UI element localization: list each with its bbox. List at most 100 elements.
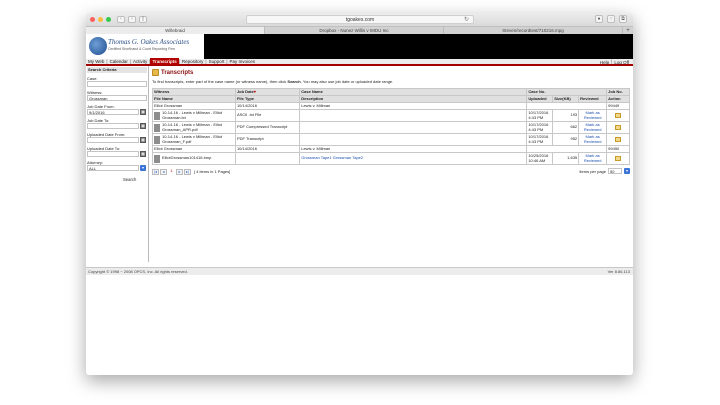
file-size: 1,635 bbox=[552, 152, 580, 165]
job-group-row: Elliot Grossman 10/14/2016 Lewis v. Mill… bbox=[152, 102, 630, 110]
attorney-select[interactable]: ALL bbox=[87, 165, 139, 171]
transcripts-icon bbox=[152, 69, 159, 76]
job-no-cell: 99449 bbox=[606, 102, 630, 110]
mark-reviewed-link[interactable]: Mark as Reviewed bbox=[578, 121, 608, 134]
close-window-icon[interactable] bbox=[90, 17, 95, 22]
column-header-action: Action bbox=[606, 95, 630, 103]
transcripts-table: Witness Job Date▾ Case Name Case No. Job… bbox=[152, 88, 630, 165]
items-per-page-label: Items per page bbox=[579, 168, 606, 174]
prev-page-icon[interactable]: ◂ bbox=[160, 168, 167, 175]
column-header-size: Size(KB) bbox=[552, 95, 580, 103]
minimize-window-icon[interactable] bbox=[98, 17, 103, 22]
menu-item-transcripts[interactable]: Transcripts bbox=[150, 58, 179, 65]
browser-tab-strip: Willebraid Dropbox - Nunez Willis v IMDU… bbox=[86, 26, 633, 34]
new-tab-icon[interactable]: + bbox=[623, 27, 633, 34]
calendar-icon[interactable]: ▦ bbox=[140, 109, 146, 115]
column-header-witness: Witness bbox=[152, 88, 236, 96]
job-no-cell: 99450 bbox=[606, 145, 630, 153]
column-header-job-date[interactable]: Job Date▾ bbox=[234, 88, 301, 96]
file-icon bbox=[154, 123, 160, 132]
menu-item-pay-invoices[interactable]: Pay Invoices bbox=[228, 58, 258, 65]
column-header-description: Description bbox=[299, 95, 528, 103]
menu-item-my-web[interactable]: My Web bbox=[86, 58, 106, 65]
file-size: 952 bbox=[552, 133, 580, 146]
share-icon[interactable]: ↑ bbox=[607, 15, 615, 23]
menu-item-support[interactable]: Support bbox=[207, 58, 227, 65]
job-group-row: Elliot Grossman 10/14/2016 Lewis v. Mill… bbox=[152, 145, 630, 153]
file-description[interactable]: Grossman Tape1 Grossman Tape2 bbox=[299, 152, 528, 165]
file-row: 10-14-16 - Lewis v Millman - Elliot Gros… bbox=[152, 109, 630, 122]
sidebar-toggle-icon[interactable]: ▯ bbox=[139, 16, 147, 23]
file-uploaded: 10/17/2016 4:43 PM bbox=[526, 121, 554, 134]
pager-info: [ 4 items in 1 Pages] bbox=[194, 169, 231, 174]
job-date-cell: 10/14/2016 bbox=[234, 145, 301, 153]
help-link[interactable]: Help bbox=[598, 59, 611, 66]
file-row: 10-14-16 - Lewis v Millman - Elliot Gros… bbox=[152, 133, 630, 146]
mark-reviewed-link[interactable]: Mark as Reviewed bbox=[578, 109, 608, 122]
column-header-uploaded: Uploaded bbox=[526, 95, 554, 103]
forward-icon[interactable]: › bbox=[128, 16, 136, 23]
search-criteria-heading: Search Criteria bbox=[87, 67, 147, 73]
maximize-window-icon[interactable] bbox=[106, 17, 111, 22]
last-page-icon[interactable]: ▸| bbox=[184, 168, 191, 175]
column-header-reviewed: Reviewed bbox=[578, 95, 608, 103]
job-date-from-input[interactable]: 9/1/2016 bbox=[87, 109, 139, 115]
items-per-page-select[interactable]: 50 bbox=[608, 168, 622, 174]
site-banner: Thomas G. Oakes Associates Certified Sho… bbox=[86, 34, 633, 59]
mark-reviewed-link[interactable]: Mark as Reviewed bbox=[578, 152, 608, 165]
reload-icon[interactable]: ↻ bbox=[464, 16, 469, 24]
address-bar[interactable]: tgoakes.com ↻ bbox=[246, 15, 474, 24]
file-type bbox=[234, 152, 301, 165]
case-name-cell: Lewis v. Millman bbox=[299, 102, 528, 110]
calendar-icon[interactable]: ▦ bbox=[140, 151, 146, 157]
logo-name: Thomas G. Oakes Associates bbox=[108, 38, 190, 46]
log-off-link[interactable]: Log Off bbox=[612, 59, 631, 66]
pagination: |◂ ◂ 1 ▸ ▸| [ 4 items in 1 Pages] Items … bbox=[152, 168, 630, 175]
download-file-icon[interactable] bbox=[615, 125, 622, 130]
site-logo[interactable]: Thomas G. Oakes Associates Certified Sho… bbox=[86, 34, 204, 59]
page-title: Transcripts bbox=[161, 69, 194, 76]
case-no-cell bbox=[526, 145, 608, 153]
browser-toolbar: ‹ › ▯ tgoakes.com ↻ ● ↑ ⧉ bbox=[86, 13, 633, 26]
download-file-icon[interactable] bbox=[615, 113, 622, 118]
chevron-down-icon[interactable]: ▾ bbox=[624, 168, 630, 174]
transcripts-panel: Transcripts To find transcripts, enter p… bbox=[149, 66, 633, 262]
file-uploaded: 10/17/2016 4:43 PM bbox=[526, 109, 554, 122]
browser-tab[interactable]: Dropbox - Nunez Willis v IMDU Inc bbox=[265, 27, 444, 34]
chevron-down-icon[interactable]: ▾ bbox=[140, 165, 146, 171]
back-icon[interactable]: ‹ bbox=[117, 16, 125, 23]
address-text: tgoakes.com bbox=[345, 17, 375, 23]
menu-item-activity[interactable]: Activity bbox=[131, 58, 149, 65]
search-button[interactable]: Search bbox=[123, 177, 147, 182]
menu-item-calendar[interactable]: Calendar bbox=[108, 58, 130, 65]
witness-cell: Elliot Grossman bbox=[152, 102, 236, 110]
browser-tab[interactable]: Willebraid bbox=[86, 27, 265, 34]
menu-item-repository[interactable]: Repository bbox=[180, 58, 206, 65]
case-input[interactable] bbox=[87, 81, 147, 87]
uploaded-date-from-input[interactable] bbox=[87, 137, 139, 143]
download-file-icon[interactable] bbox=[615, 137, 622, 142]
witness-input[interactable]: Grossman bbox=[87, 95, 147, 101]
download-icon[interactable]: ● bbox=[595, 15, 603, 23]
column-header-job-no: Job No. bbox=[606, 88, 630, 96]
globe-icon bbox=[89, 37, 107, 55]
download-file-icon[interactable] bbox=[615, 156, 622, 161]
browser-tab[interactable]: Steven/recordtest/710216.mpg bbox=[444, 27, 623, 34]
file-name: 10-14-16 - Lewis v Millman - Elliot Gros… bbox=[162, 134, 223, 144]
search-criteria-panel: Search Criteria Case: Witness: Grossman … bbox=[86, 66, 149, 262]
current-page[interactable]: 1 bbox=[168, 168, 175, 175]
browser-window: ‹ › ▯ tgoakes.com ↻ ● ↑ ⧉ Willebraid Dro… bbox=[86, 13, 633, 375]
tabs-overview-icon[interactable]: ⧉ bbox=[619, 15, 627, 23]
case-no-cell bbox=[526, 102, 608, 110]
file-icon bbox=[154, 135, 160, 144]
uploaded-date-to-input[interactable] bbox=[87, 151, 139, 157]
mark-reviewed-link[interactable]: Mark as Reviewed bbox=[578, 133, 608, 146]
file-icon bbox=[154, 111, 160, 120]
next-page-icon[interactable]: ▸ bbox=[176, 168, 183, 175]
file-row: 10-14-16 - Lewis v Millman - Elliot Gros… bbox=[152, 121, 630, 134]
calendar-icon[interactable]: ▦ bbox=[140, 137, 146, 143]
calendar-icon[interactable]: ▦ bbox=[140, 123, 146, 129]
file-description bbox=[299, 121, 528, 134]
first-page-icon[interactable]: |◂ bbox=[152, 168, 159, 175]
job-date-to-input[interactable] bbox=[87, 123, 139, 129]
